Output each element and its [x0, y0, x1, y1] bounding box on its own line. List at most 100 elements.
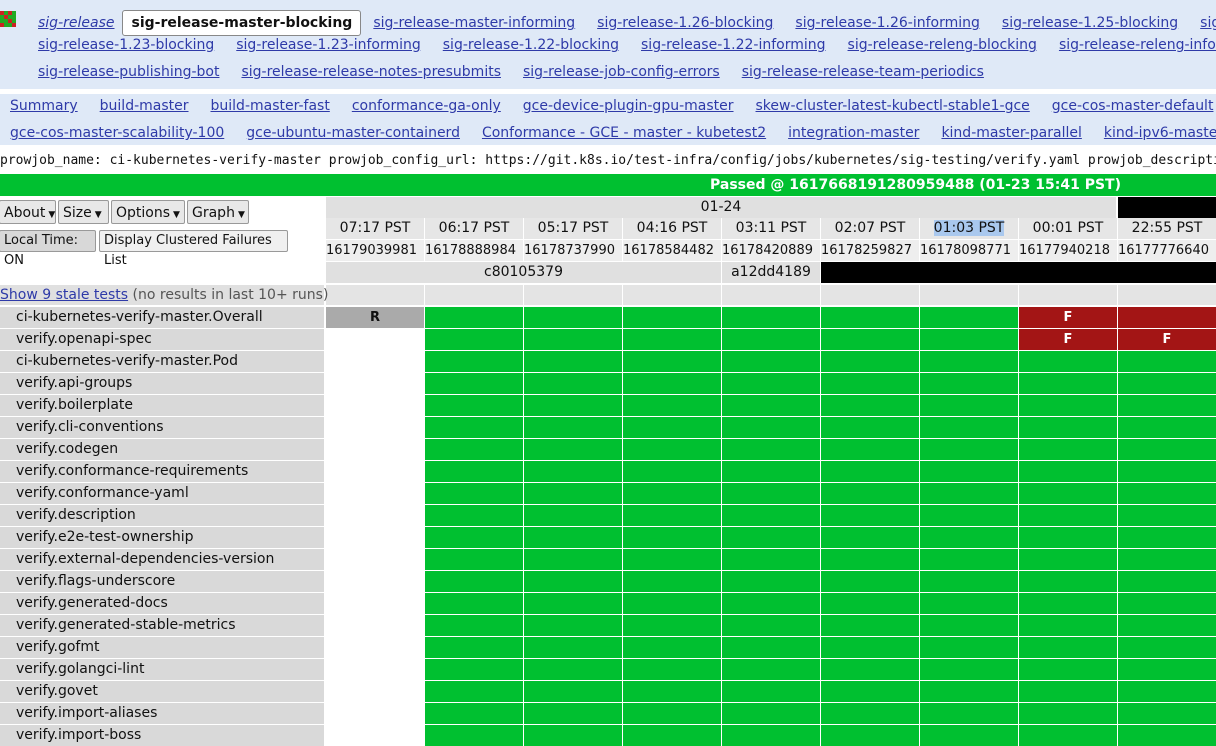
tab-kind-ipv6-master-paral[interactable]: kind-ipv6-master-paral [1104, 125, 1216, 141]
result-cell-pass[interactable] [425, 417, 523, 438]
result-cell-pass[interactable] [425, 395, 523, 416]
result-cell-pass[interactable] [821, 417, 919, 438]
result-cell-pass[interactable] [722, 725, 820, 746]
nav-link-sig-release-1-26-informing[interactable]: sig-release-1.26-informing [795, 15, 980, 31]
result-cell-pass[interactable] [821, 615, 919, 636]
result-cell-pass[interactable] [920, 351, 1018, 372]
nav-link-sig-relea[interactable]: sig-relea [1200, 15, 1216, 31]
result-cell-pass[interactable] [524, 505, 622, 526]
local-time-toggle[interactable]: Local Time: ON [0, 230, 96, 268]
test-name[interactable]: verify.cli-conventions [0, 417, 324, 438]
test-name[interactable]: verify.conformance-yaml [0, 483, 324, 504]
result-cell-pass[interactable] [821, 549, 919, 570]
result-cell-pass[interactable] [1118, 593, 1216, 614]
result-cell-pass[interactable] [524, 725, 622, 746]
result-cell-pass[interactable] [425, 439, 523, 460]
result-cell-pass[interactable] [1019, 703, 1117, 724]
result-cell-pass[interactable] [425, 549, 523, 570]
result-cell-pass[interactable] [920, 615, 1018, 636]
result-cell-pass[interactable] [920, 439, 1018, 460]
test-name[interactable]: verify.boilerplate [0, 395, 324, 416]
result-cell-pass[interactable] [722, 505, 820, 526]
result-cell-pass[interactable] [821, 681, 919, 702]
test-name[interactable]: verify.generated-docs [0, 593, 324, 614]
result-cell-pass[interactable] [524, 571, 622, 592]
result-cell-pass[interactable] [722, 637, 820, 658]
result-cell-pass[interactable] [722, 329, 820, 350]
result-cell-pass[interactable] [623, 395, 721, 416]
result-cell-pass[interactable] [623, 527, 721, 548]
tab-gce-cos-master-scalability-100[interactable]: gce-cos-master-scalability-100 [10, 125, 224, 141]
result-cell-pass[interactable] [920, 725, 1018, 746]
result-cell-pass[interactable] [920, 395, 1018, 416]
nav-link-sig-release-1-25-blocking[interactable]: sig-release-1.25-blocking [1002, 15, 1178, 31]
result-cell-pass[interactable] [722, 527, 820, 548]
test-name[interactable]: verify.codegen [0, 439, 324, 460]
result-cell-pass[interactable] [1019, 549, 1117, 570]
test-name[interactable]: verify.description [0, 505, 324, 526]
result-cell-pass[interactable] [623, 373, 721, 394]
result-cell-pass[interactable] [821, 725, 919, 746]
time-header[interactable]: 03:11 PST [722, 218, 820, 239]
result-cell-pass[interactable] [425, 329, 523, 350]
result-cell-pass[interactable] [821, 329, 919, 350]
time-header[interactable]: 02:07 PST [821, 218, 919, 239]
result-cell-pass[interactable] [1118, 681, 1216, 702]
tab-conformance-ga-only[interactable]: conformance-ga-only [352, 98, 501, 114]
result-cell-pass[interactable] [1019, 637, 1117, 658]
build-id-header[interactable]: 16179039981 [326, 240, 424, 261]
nav-link-sig-release-1-22-blocking[interactable]: sig-release-1.22-blocking [443, 37, 619, 53]
result-cell-pass[interactable] [524, 615, 622, 636]
result-cell-pass[interactable] [821, 703, 919, 724]
result-cell-pass[interactable] [425, 703, 523, 724]
result-cell-pass[interactable] [425, 483, 523, 504]
result-cell-pass[interactable] [1019, 373, 1117, 394]
nav-link-sig-release-releng-informing[interactable]: sig-release-releng-informing [1059, 37, 1216, 53]
build-id-header[interactable]: 16177940218 [1019, 240, 1117, 261]
result-cell-pass[interactable] [1019, 483, 1117, 504]
result-cell-pass[interactable] [524, 351, 622, 372]
time-header[interactable]: 07:17 PST [326, 218, 424, 239]
time-header[interactable]: 22:55 PST [1118, 218, 1216, 239]
nav-link-sig-release-master-blocking[interactable]: sig-release-master-blocking [122, 10, 362, 36]
result-cell-running[interactable]: R [326, 307, 424, 328]
test-name[interactable]: verify.conformance-requirements [0, 461, 324, 482]
result-cell-pass[interactable] [1118, 703, 1216, 724]
result-cell-pass[interactable] [821, 373, 919, 394]
result-cell-pass[interactable] [1118, 615, 1216, 636]
result-cell-pass[interactable] [920, 637, 1018, 658]
result-cell-pass[interactable] [722, 659, 820, 680]
result-cell-pass[interactable] [623, 593, 721, 614]
result-cell-pass[interactable] [1019, 571, 1117, 592]
result-cell-pass[interactable] [623, 637, 721, 658]
result-cell-pass[interactable] [524, 527, 622, 548]
result-cell-pass[interactable] [1019, 395, 1117, 416]
result-cell-pass[interactable] [425, 659, 523, 680]
result-cell-pass[interactable] [524, 461, 622, 482]
test-name[interactable]: verify.gofmt [0, 637, 324, 658]
result-cell-pass[interactable] [524, 373, 622, 394]
test-name[interactable]: verify.openapi-spec [0, 329, 324, 350]
time-header[interactable]: 05:17 PST [524, 218, 622, 239]
result-cell-pass[interactable] [821, 307, 919, 328]
tab-build-master[interactable]: build-master [100, 98, 189, 114]
tab-integration-master[interactable]: integration-master [788, 125, 919, 141]
result-cell-pass[interactable] [821, 505, 919, 526]
result-cell-pass[interactable] [623, 659, 721, 680]
commit-header[interactable]: a12dd4189 [722, 262, 820, 283]
result-cell-pass[interactable] [1118, 527, 1216, 548]
nav-link-sig-release-job-config-errors[interactable]: sig-release-job-config-errors [523, 64, 720, 80]
result-cell-pass[interactable] [1019, 527, 1117, 548]
result-cell-pass[interactable] [722, 307, 820, 328]
build-id-header[interactable]: 16178259827 [821, 240, 919, 261]
nav-link-sig-release-release-notes-presubmits[interactable]: sig-release-release-notes-presubmits [241, 64, 501, 80]
result-cell-fail[interactable]: F [1019, 329, 1117, 350]
result-cell-pass[interactable] [1019, 659, 1117, 680]
result-cell-pass[interactable] [722, 681, 820, 702]
result-cell-pass[interactable] [1019, 505, 1117, 526]
tab-build-master-fast[interactable]: build-master-fast [211, 98, 330, 114]
result-cell-pass[interactable] [425, 505, 523, 526]
build-id-header[interactable]: 16178420889 [722, 240, 820, 261]
nav-link-sig-release-publishing-bot[interactable]: sig-release-publishing-bot [38, 64, 219, 80]
nav-link-sig-release-1-26-blocking[interactable]: sig-release-1.26-blocking [597, 15, 773, 31]
